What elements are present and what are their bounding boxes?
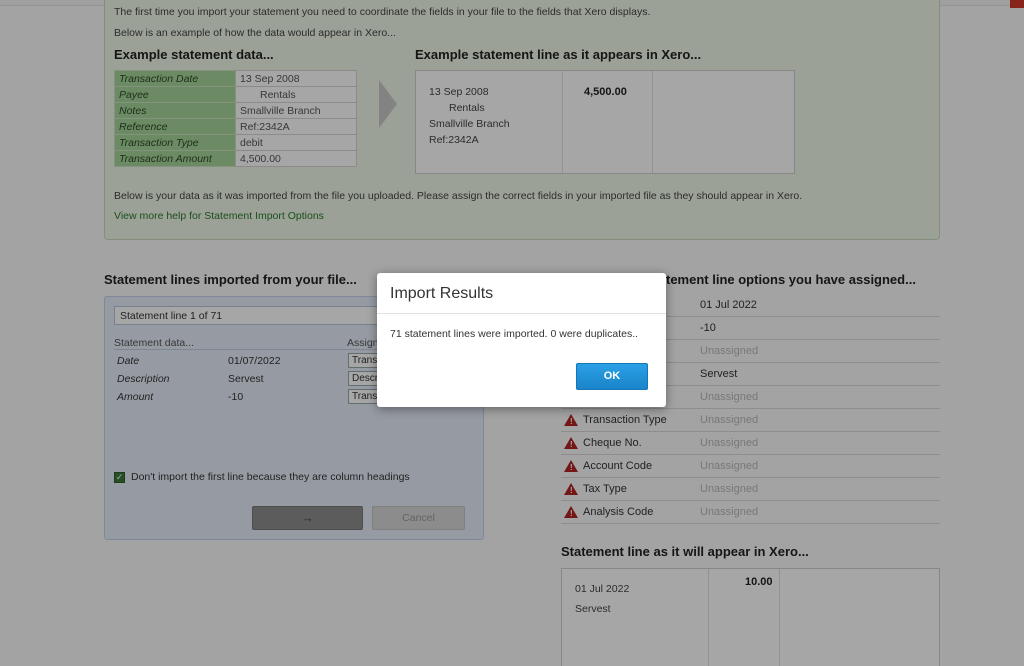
dialog-message: 71 statement lines were imported. 0 were… xyxy=(390,328,639,340)
dialog-divider xyxy=(377,313,666,314)
ok-button[interactable]: OK xyxy=(576,363,648,390)
dialog-title: Import Results xyxy=(390,285,494,302)
import-results-dialog: Import Results 71 statement lines were i… xyxy=(377,273,666,407)
